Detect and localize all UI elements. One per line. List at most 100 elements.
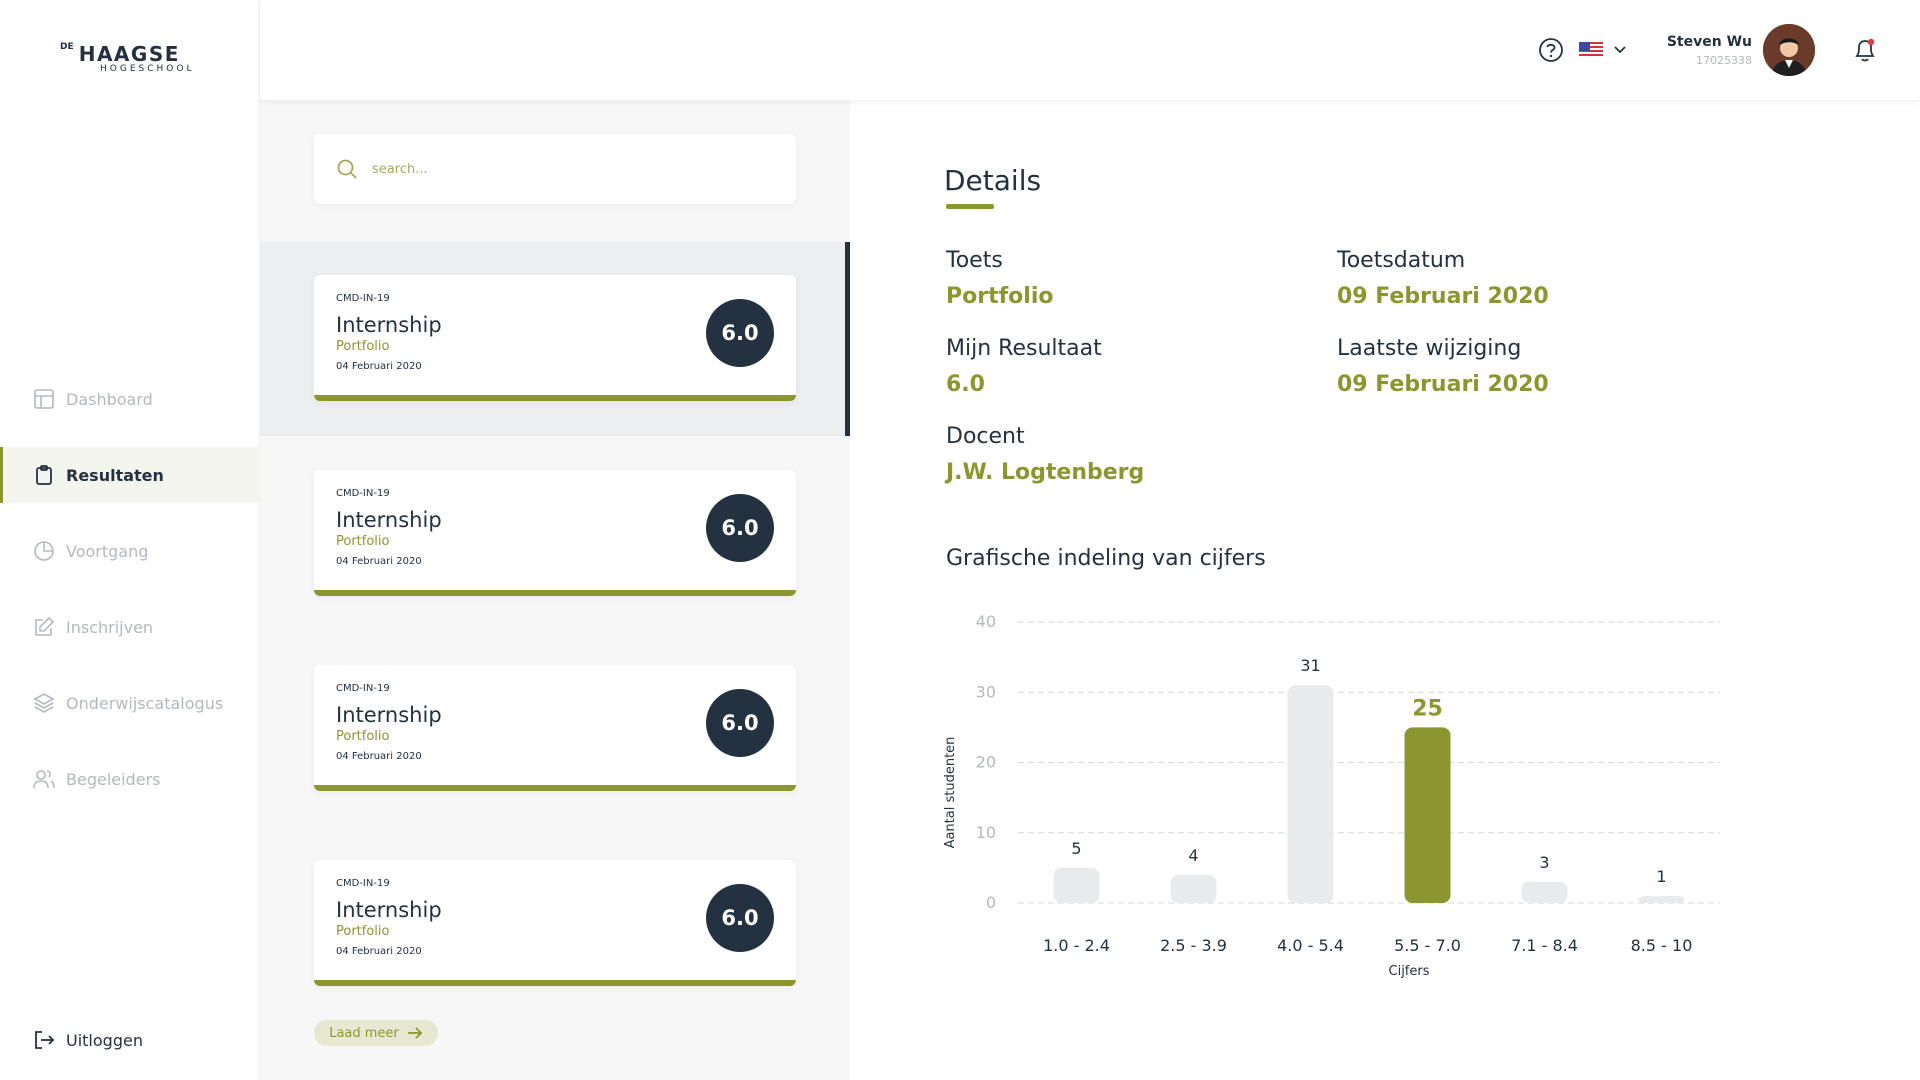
course-code: CMD-IN-19	[336, 488, 390, 499]
sidebar: DE HAAGSE HOGESCHOOL Dashboard Resultate…	[0, 0, 260, 1080]
sidebar-item-label: Dashboard	[66, 389, 153, 409]
sidebar-item-label: Resultaten	[66, 465, 164, 485]
grade-badge: 6.0	[706, 884, 774, 952]
sidebar-item-label: Voortgang	[66, 541, 149, 561]
grade-distribution-chart: 01020304051.0 - 2.442.5 - 3.9314.0 - 5.4…	[943, 612, 1720, 979]
results-list-pane: CMD-IN-19 Internship Portfolio 04 Februa…	[260, 100, 850, 1080]
bell-icon[interactable]	[1852, 36, 1878, 64]
course-title: Internship	[336, 508, 442, 532]
result-card[interactable]: CMD-IN-19 Internship Portfolio 04 Februa…	[314, 275, 796, 401]
bar-value-label: 5	[1071, 839, 1081, 858]
sidebar-item-inschrijven[interactable]: Inschrijven	[0, 599, 260, 655]
toetsdatum-label: Toetsdatum	[1337, 248, 1466, 273]
x-tick-label: 7.1 - 8.4	[1511, 936, 1578, 955]
x-tick-label: 2.5 - 3.9	[1160, 936, 1227, 955]
pie-chart-icon	[32, 539, 56, 563]
result-card[interactable]: CMD-IN-19 Internship Portfolio 04 Februa…	[314, 860, 796, 986]
user-name: Steven Wu	[1666, 34, 1752, 50]
x-tick-label: 1.0 - 2.4	[1043, 936, 1110, 955]
course-title: Internship	[336, 898, 442, 922]
y-tick-label: 40	[976, 612, 996, 631]
dashboard-icon	[32, 387, 56, 411]
course-code: CMD-IN-19	[336, 293, 390, 304]
logout-label: Uitloggen	[66, 1030, 143, 1050]
docent-label: Docent	[946, 424, 1025, 449]
y-tick-label: 0	[986, 893, 996, 912]
chart-bar	[1638, 895, 1685, 903]
sidebar-item-label: Inschrijven	[66, 617, 154, 637]
sidebar-item-label: Begeleiders	[66, 769, 161, 789]
x-tick-label: 8.5 - 10	[1631, 936, 1693, 955]
top-bar: Steven Wu 17025338	[260, 0, 1920, 100]
x-axis-label: Cijfers	[1389, 964, 1430, 979]
load-more-button[interactable]: Laad meer	[314, 1020, 438, 1046]
course-code: CMD-IN-19	[336, 683, 390, 694]
course-date: 04 Februari 2020	[336, 556, 422, 567]
brand-de: DE	[60, 42, 74, 52]
course-date: 04 Februari 2020	[336, 946, 422, 957]
arrow-right-icon	[407, 1027, 423, 1039]
course-date: 04 Februari 2020	[336, 751, 422, 762]
result-card[interactable]: CMD-IN-19 Internship Portfolio 04 Februa…	[314, 470, 796, 596]
brand-sub: HOGESCHOOL	[100, 64, 195, 74]
sidebar-item-dashboard[interactable]: Dashboard	[0, 371, 260, 427]
toets-value: Portfolio	[946, 284, 1054, 309]
resultaat-label: Mijn Resultaat	[946, 336, 1102, 361]
brand-name: HAAGSE	[78, 42, 180, 66]
grade-badge: 6.0	[706, 689, 774, 757]
course-title: Internship	[336, 313, 442, 337]
us-flag-icon[interactable]	[1579, 42, 1603, 58]
help-icon[interactable]	[1538, 37, 1564, 63]
chart-bar	[1404, 727, 1451, 903]
avatar[interactable]	[1763, 24, 1815, 76]
search-input[interactable]	[372, 161, 752, 177]
course-subtitle: Portfolio	[336, 924, 390, 939]
search-icon	[337, 159, 357, 179]
title-underline	[946, 204, 994, 209]
bar-value-label: 4	[1188, 846, 1198, 865]
bar-value-label: 31	[1300, 656, 1320, 675]
course-subtitle: Portfolio	[336, 339, 390, 354]
bar-value-label: 3	[1539, 853, 1549, 872]
users-icon	[32, 767, 56, 791]
sidebar-item-resultaten[interactable]: Resultaten	[0, 447, 260, 503]
details-title: Details	[944, 164, 1042, 197]
load-more-label: Laad meer	[329, 1025, 399, 1041]
grade-badge: 6.0	[706, 299, 774, 367]
course-title: Internship	[336, 703, 442, 727]
sidebar-item-voortgang[interactable]: Voortgang	[0, 523, 260, 579]
sidebar-item-label: Onderwijscatalogus	[66, 693, 224, 713]
chart-bar	[1053, 867, 1100, 903]
chart-bar	[1170, 874, 1217, 903]
grade-badge: 6.0	[706, 494, 774, 562]
course-subtitle: Portfolio	[336, 534, 390, 549]
sidebar-item-begeleiders[interactable]: Begeleiders	[0, 751, 260, 807]
bar-value-label: 25	[1412, 696, 1443, 721]
layers-icon	[32, 691, 56, 715]
y-tick-label: 30	[976, 682, 996, 701]
wijziging-label: Laatste wijziging	[1337, 336, 1522, 361]
course-date: 04 Februari 2020	[336, 361, 422, 372]
logout-icon	[32, 1028, 56, 1052]
clipboard-icon	[32, 463, 56, 487]
user-id: 17025338	[1696, 54, 1752, 67]
details-pane: Details Toets Portfolio Toetsdatum 09 Fe…	[850, 100, 1920, 1080]
y-tick-label: 10	[976, 823, 996, 842]
bar-value-label: 1	[1656, 867, 1666, 886]
toets-label: Toets	[946, 248, 1003, 273]
x-tick-label: 4.0 - 5.4	[1277, 936, 1344, 955]
search-box	[314, 134, 796, 204]
docent-value: J.W. Logtenberg	[946, 460, 1145, 485]
brand-logo[interactable]: DE HAAGSE HOGESCHOOL	[60, 42, 194, 74]
resultaat-value: 6.0	[946, 372, 985, 397]
chevron-down-icon[interactable]	[1612, 42, 1628, 58]
sidebar-item-onderwijscatalogus[interactable]: Onderwijscatalogus	[0, 675, 260, 731]
wijziging-value: 09 Februari 2020	[1337, 372, 1549, 397]
toetsdatum-value: 09 Februari 2020	[1337, 284, 1549, 309]
result-card[interactable]: CMD-IN-19 Internship Portfolio 04 Februa…	[314, 665, 796, 791]
edit-icon	[32, 615, 56, 639]
logout-button[interactable]: Uitloggen	[0, 1012, 260, 1068]
course-subtitle: Portfolio	[336, 729, 390, 744]
x-tick-label: 5.5 - 7.0	[1394, 936, 1461, 955]
chart-title: Grafische indeling van cijfers	[946, 546, 1266, 571]
